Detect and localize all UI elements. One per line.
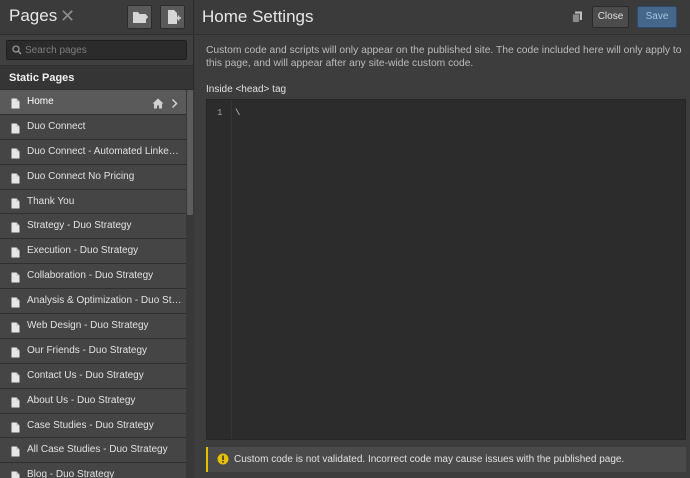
- page-item-label: Blog - Duo Strategy: [27, 469, 115, 478]
- document-icon: [11, 370, 20, 388]
- page-item-label: Thank You: [27, 195, 75, 207]
- page-item[interactable]: Thank You: [0, 189, 186, 215]
- add-page-button[interactable]: [160, 5, 185, 29]
- validation-warning: Custom code is not validated. Incorrect …: [206, 447, 686, 472]
- page-item[interactable]: Blog - Duo Strategy: [0, 463, 186, 478]
- warning-text: Custom code is not validated. Incorrect …: [234, 454, 625, 465]
- page-item[interactable]: Home: [0, 90, 186, 115]
- document-icon: [11, 270, 20, 288]
- page-item-label: Duo Connect - Automated LinkedIn Outreac…: [27, 145, 183, 157]
- pages-panel-header: Pages ✕: [0, 0, 193, 35]
- page-item[interactable]: Case Studies - Duo Strategy: [0, 413, 186, 439]
- document-icon: [11, 146, 20, 164]
- static-pages-heading: Static Pages: [0, 66, 193, 90]
- document-icon: [11, 320, 20, 338]
- save-button[interactable]: Save: [637, 6, 677, 28]
- editor-gutter: 1: [207, 100, 232, 439]
- search-box[interactable]: [6, 40, 187, 60]
- custom-code-description: Custom code and scripts will only appear…: [206, 45, 682, 69]
- code-editor[interactable]: 1 \: [206, 99, 686, 440]
- search-input[interactable]: [25, 42, 183, 58]
- close-button[interactable]: Close: [592, 6, 629, 28]
- scrollbar-thumb[interactable]: [187, 90, 193, 215]
- page-item[interactable]: All Case Studies - Duo Strategy: [0, 438, 186, 464]
- document-icon: [11, 444, 20, 462]
- document-icon: [11, 295, 20, 313]
- page-item-label: Contact Us - Duo Strategy: [27, 369, 144, 381]
- code-line[interactable]: \: [235, 108, 240, 118]
- document-icon: [11, 220, 20, 238]
- page-item-label: About Us - Duo Strategy: [27, 394, 136, 406]
- settings-panel: Home Settings Close Save Custom code and…: [195, 0, 690, 478]
- page-list-scrollbar[interactable]: [186, 90, 194, 478]
- page-item[interactable]: Execution - Duo Strategy: [0, 239, 186, 265]
- line-number: 1: [217, 108, 223, 118]
- head-tag-label: Inside <head> tag: [206, 84, 287, 95]
- page-item[interactable]: Contact Us - Duo Strategy: [0, 363, 186, 389]
- add-page-icon: [168, 10, 181, 24]
- pages-title: Pages: [9, 6, 58, 25]
- page-item-label: Case Studies - Duo Strategy: [27, 419, 154, 431]
- page-item-label: Analysis & Optimization - Duo Strategy: [27, 295, 183, 307]
- page-item-label: Collaboration - Duo Strategy: [27, 270, 154, 282]
- page-item-label: Duo Connect: [27, 120, 86, 132]
- add-folder-icon: [133, 12, 148, 23]
- pages-panel: Pages ✕ Static Pages Home Duo Connect Duo …: [0, 0, 194, 478]
- document-icon: [11, 245, 20, 263]
- add-folder-button[interactable]: [127, 5, 152, 29]
- document-icon: [11, 420, 20, 438]
- document-icon: [11, 469, 20, 478]
- document-icon: [11, 96, 20, 114]
- page-item[interactable]: Strategy - Duo Strategy: [0, 214, 186, 240]
- page-list: Home Duo Connect Duo Connect - Automated L…: [0, 90, 186, 478]
- document-icon: [11, 345, 20, 363]
- home-icon: [152, 96, 164, 114]
- copy-icon[interactable]: [572, 11, 583, 23]
- page-item[interactable]: Analysis & Optimization - Duo Strategy: [0, 289, 186, 315]
- page-item[interactable]: Duo Connect No Pricing: [0, 164, 186, 190]
- document-icon: [11, 196, 20, 214]
- page-item[interactable]: Collaboration - Duo Strategy: [0, 264, 186, 290]
- page-item[interactable]: Our Friends - Duo Strategy: [0, 338, 186, 364]
- page-item[interactable]: About Us - Duo Strategy: [0, 388, 186, 414]
- chevron-right-icon[interactable]: [171, 96, 178, 114]
- settings-header: Home Settings Close Save: [195, 0, 690, 35]
- search-icon: [12, 45, 22, 55]
- page-item-label: All Case Studies - Duo Strategy: [27, 444, 168, 456]
- page-item[interactable]: Duo Connect - Automated LinkedIn Outreac…: [0, 139, 186, 165]
- document-icon: [11, 121, 20, 139]
- warning-icon: [217, 453, 229, 465]
- page-item[interactable]: Duo Connect: [0, 114, 186, 140]
- page-item[interactable]: Web Design - Duo Strategy: [0, 314, 186, 339]
- page-item-label: Duo Connect No Pricing: [27, 170, 135, 182]
- close-icon[interactable]: ✕: [60, 6, 75, 26]
- page-item-label: Web Design - Duo Strategy: [27, 320, 149, 332]
- page-item-label: Our Friends - Duo Strategy: [27, 344, 148, 356]
- settings-title: Home Settings: [202, 7, 314, 26]
- page-item-label: Execution - Duo Strategy: [27, 245, 139, 257]
- document-icon: [11, 395, 20, 413]
- page-item-label: Strategy - Duo Strategy: [27, 220, 132, 232]
- document-icon: [11, 171, 20, 189]
- search-bar: [0, 35, 193, 66]
